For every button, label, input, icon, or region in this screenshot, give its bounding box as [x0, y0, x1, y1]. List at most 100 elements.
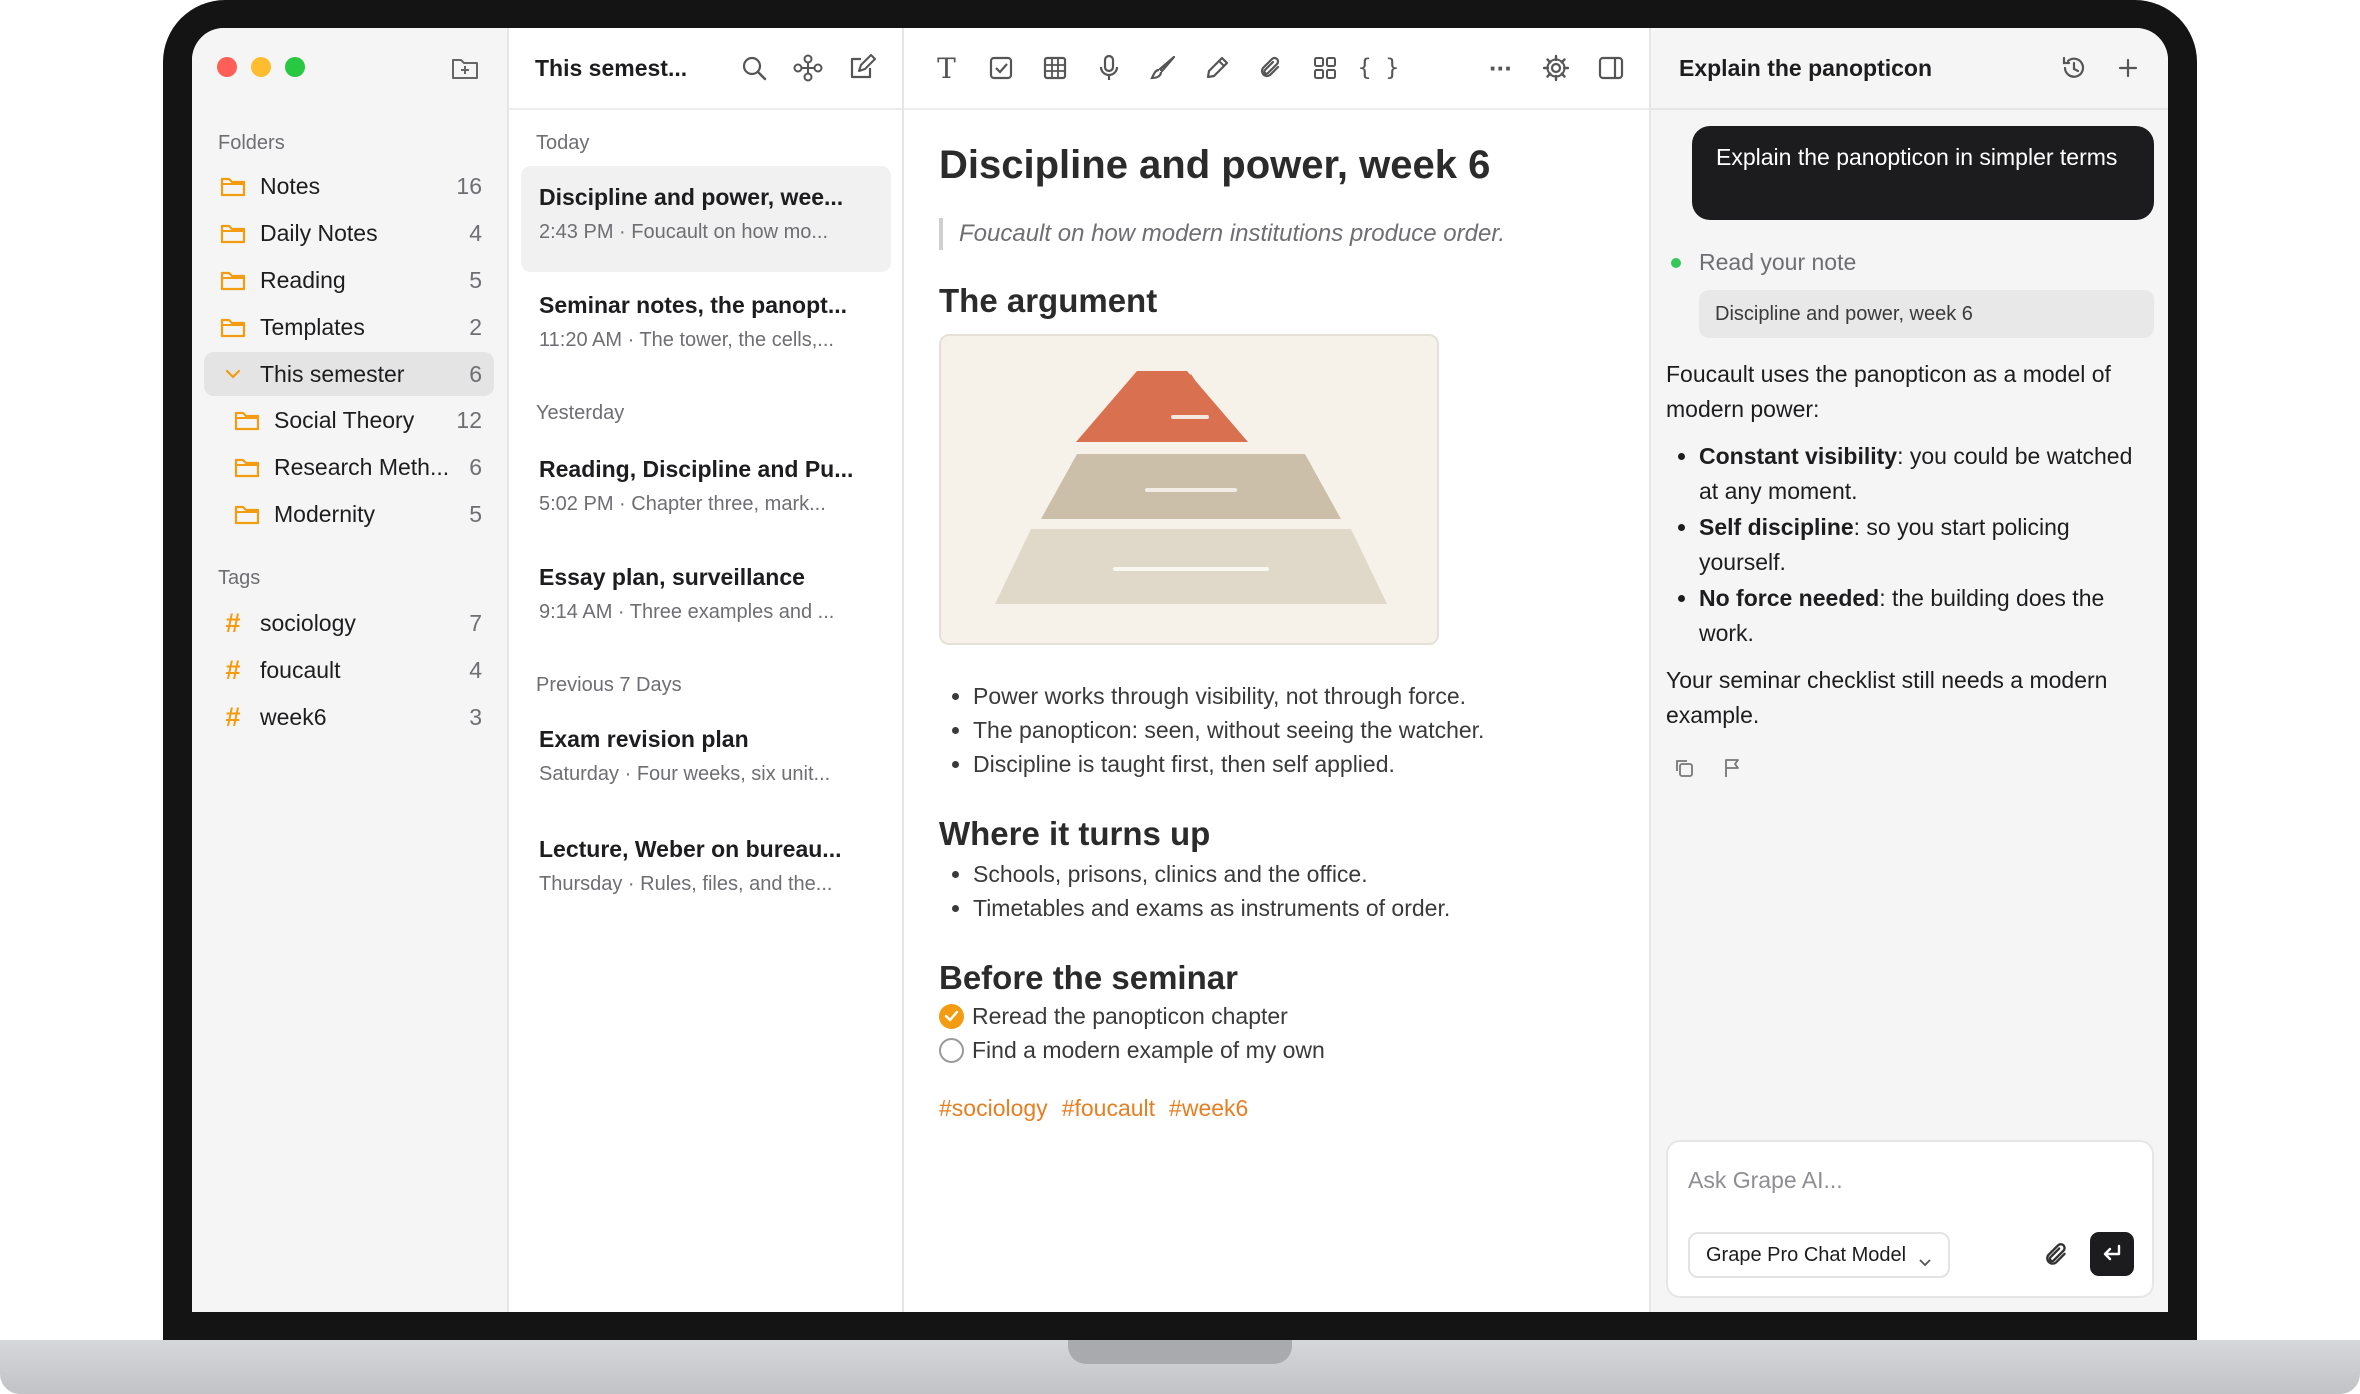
compose-icon[interactable]: [846, 52, 878, 84]
ai-step-label: Read your note: [1699, 249, 1857, 275]
new-folder-icon[interactable]: [451, 55, 479, 81]
note-list-title: This semest...: [535, 54, 688, 81]
grid-icon[interactable]: [1308, 52, 1341, 85]
code-braces-glyph: { }: [1357, 55, 1400, 81]
chevron-down-icon: [1918, 1250, 1932, 1267]
attachment-icon[interactable]: [2040, 1238, 2074, 1272]
pyramid-image[interactable]: [939, 334, 1439, 645]
note-title: Reading, Discipline and Pu...: [539, 456, 854, 482]
chevron-down-icon[interactable]: [218, 362, 248, 386]
ai-response: Foucault uses the panopticon as a model …: [1666, 357, 2156, 733]
sidebar-item-research-methods[interactable]: Research Meth... 6: [204, 445, 494, 489]
table-icon[interactable]: [1038, 52, 1071, 85]
zoom-window-button[interactable]: [285, 57, 305, 77]
microphone-icon[interactable]: [1092, 52, 1125, 85]
ai-composer: Grape Pro Chat Model: [1666, 1140, 2154, 1298]
where-list: Schools, prisons, clinics and the office…: [939, 857, 1619, 925]
referenced-note-chip[interactable]: Discipline and power, week 6: [1699, 290, 2154, 338]
model-selector[interactable]: Grape Pro Chat Model: [1688, 1232, 1951, 1278]
sidebar-tag-sociology[interactable]: # sociology 7: [204, 601, 494, 645]
note-heading: Discipline and power, week 6: [939, 143, 1491, 187]
gear-icon[interactable]: [1539, 52, 1572, 85]
note-item[interactable]: Essay plan, surveillance 9:14 AM · Three…: [521, 546, 891, 652]
group-yesterday: Yesterday: [536, 402, 625, 424]
folder-icon: [232, 455, 262, 479]
note-meta: Thursday · Rules, files, and the...: [539, 873, 833, 895]
tag-label: week6: [260, 703, 327, 730]
note-item[interactable]: Discipline and power, wee... 2:43 PM · F…: [521, 166, 891, 272]
graph-icon[interactable]: [792, 52, 824, 84]
ai-chat-title: Explain the panopticon: [1679, 54, 1933, 81]
pencil-icon[interactable]: [1200, 52, 1233, 85]
checklist-label: Find a modern example of my own: [972, 1036, 1325, 1063]
flag-icon[interactable]: [1721, 757, 1743, 784]
tag-count: 4: [469, 656, 482, 683]
sidebar-item-label: This semester: [260, 360, 405, 387]
tag-label: sociology: [260, 609, 356, 636]
sidebar-item-templates[interactable]: Templates 2: [204, 305, 494, 349]
unchecked-checkbox[interactable]: [939, 1037, 964, 1063]
ask-ai-input[interactable]: [1688, 1162, 2128, 1198]
minimize-window-button[interactable]: [251, 57, 271, 77]
note-item[interactable]: Seminar notes, the panopt... 11:20 AM · …: [521, 274, 891, 380]
checklist-item[interactable]: Find a modern example of my own: [939, 1033, 1619, 1067]
note-document[interactable]: Discipline and power, week 6 Foucault on…: [939, 143, 1619, 1122]
return-icon: [2103, 1244, 2121, 1261]
sidebar: Folders Notes 16 Daily Notes 4 Reading 5…: [192, 28, 509, 1312]
sidebar-item-this-semester[interactable]: This semester 6: [204, 352, 494, 396]
send-button[interactable]: [2090, 1232, 2134, 1276]
copy-icon[interactable]: [1673, 757, 1695, 784]
model-selector-label: Grape Pro Chat Model: [1706, 1243, 1907, 1266]
sidebar-item-notes[interactable]: Notes 16: [204, 164, 494, 208]
sidebar-item-modernity[interactable]: Modernity 5: [204, 492, 494, 536]
group-today: Today: [536, 132, 590, 154]
note-title: Exam revision plan: [539, 726, 749, 752]
search-icon[interactable]: [738, 52, 770, 84]
argument-list: Power works through visibility, not thro…: [939, 679, 1619, 781]
note-meta: 11:20 AM · The tower, the cells,...: [539, 329, 834, 351]
note-item[interactable]: Exam revision plan Saturday · Four weeks…: [521, 708, 891, 814]
brush-icon[interactable]: [1146, 52, 1179, 85]
sidebar-item-social-theory[interactable]: Social Theory 12: [204, 398, 494, 442]
note-list: This semest... Today Discipline and powe…: [509, 28, 904, 1312]
close-window-button[interactable]: [217, 57, 237, 77]
item-count: 2: [469, 313, 482, 340]
response-point: Constant visibility: you could be watche…: [1699, 439, 2156, 509]
response-outro: Your seminar checklist still needs a mod…: [1666, 667, 2108, 728]
code-braces-icon[interactable]: { }: [1358, 52, 1400, 85]
sidebar-item-daily-notes[interactable]: Daily Notes 4: [204, 211, 494, 255]
note-item[interactable]: Lecture, Weber on bureau... Thursday · R…: [521, 818, 891, 924]
sidebar-tag-foucault[interactable]: # foucault 4: [204, 648, 494, 692]
tag-count: 3: [469, 703, 482, 730]
sidebar-item-label: Daily Notes: [260, 219, 378, 246]
note-meta: 5:02 PM · Chapter three, mark...: [539, 493, 826, 515]
window-controls: [217, 57, 305, 77]
response-points: Constant visibility: you could be watche…: [1666, 439, 2156, 651]
attachment-icon[interactable]: [1254, 52, 1287, 85]
pyramid-illustration: [995, 371, 1387, 604]
response-point: No force needed: the building does the w…: [1699, 581, 2156, 651]
sidebar-toggle-icon[interactable]: [1594, 52, 1627, 85]
sidebar-item-label: Notes: [260, 172, 321, 199]
more-icon[interactable]: ···: [1484, 52, 1517, 85]
checked-checkbox[interactable]: [939, 1003, 964, 1029]
item-count: 6: [469, 453, 482, 480]
text-format-icon[interactable]: T: [930, 52, 963, 85]
tag-link[interactable]: #sociology: [939, 1095, 1048, 1122]
sidebar-item-label: Social Theory: [274, 406, 415, 433]
sidebar-item-reading[interactable]: Reading 5: [204, 258, 494, 302]
sidebar-tag-week6[interactable]: # week6 3: [204, 695, 494, 739]
note-item[interactable]: Reading, Discipline and Pu... 5:02 PM · …: [521, 438, 891, 544]
list-item: Power works through visibility, not thro…: [973, 679, 1619, 713]
item-count: 12: [456, 406, 482, 433]
checklist-item[interactable]: Reread the panopticon chapter: [939, 999, 1619, 1033]
plus-icon[interactable]: [2112, 52, 2144, 84]
user-message: Explain the panopticon in simpler terms: [1692, 126, 2154, 220]
note-list-header: This semest...: [509, 28, 902, 110]
status-dot: [1671, 257, 1681, 268]
text-format-glyph: T: [937, 51, 956, 85]
history-icon[interactable]: [2058, 52, 2090, 84]
tag-link[interactable]: #foucault: [1062, 1095, 1155, 1122]
tag-link[interactable]: #week6: [1169, 1095, 1248, 1122]
checkbox-icon[interactable]: [984, 52, 1017, 85]
